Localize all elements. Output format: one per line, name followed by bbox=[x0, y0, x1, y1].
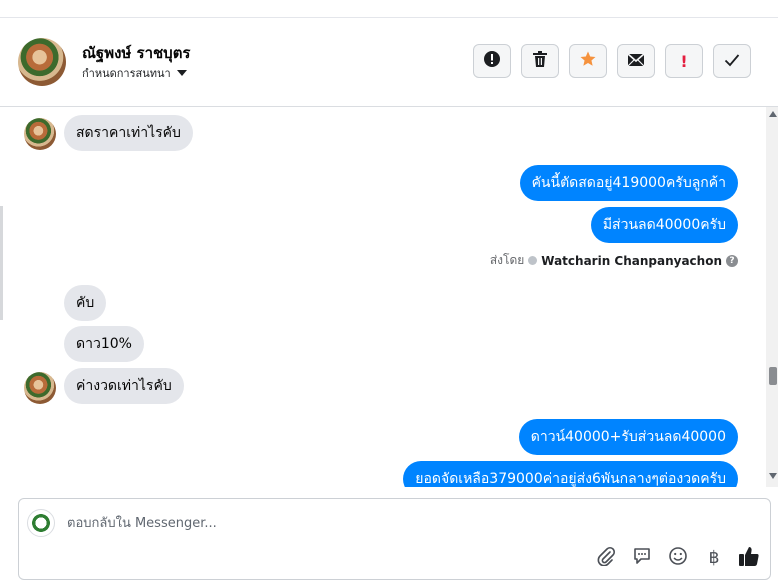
attach-button[interactable] bbox=[595, 546, 617, 570]
follow-up-button[interactable]: ! bbox=[665, 44, 703, 78]
contact-avatar-small[interactable] bbox=[24, 372, 56, 404]
reply-input[interactable] bbox=[65, 511, 729, 535]
chevron-down-icon bbox=[176, 70, 187, 76]
scroll-down-arrow-icon[interactable] bbox=[769, 473, 777, 479]
baht-icon: ฿ bbox=[708, 548, 720, 568]
emoji-button[interactable] bbox=[667, 547, 689, 569]
outgoing-message[interactable]: ดาวน์40000+รับส่วนลด40000 bbox=[518, 419, 738, 455]
contact-name[interactable]: ณัฐพงษ์ ราชบุตร bbox=[82, 41, 191, 65]
outgoing-message[interactable]: ยอดจัดเหลือ379000ค่าอยู่ส่ง6พันกลางๆต่อง… bbox=[403, 461, 738, 487]
contact-avatar-small[interactable] bbox=[24, 118, 56, 150]
page-avatar bbox=[27, 509, 55, 537]
scroll-up-arrow-icon[interactable] bbox=[769, 111, 777, 117]
smiley-icon bbox=[668, 546, 688, 570]
checkmark-icon bbox=[724, 52, 740, 71]
paperclip-icon bbox=[596, 546, 616, 570]
mark-unread-button[interactable] bbox=[617, 44, 655, 78]
help-icon[interactable]: ? bbox=[726, 254, 738, 267]
incoming-message[interactable]: คับ bbox=[64, 285, 107, 321]
mark-done-button[interactable] bbox=[713, 44, 751, 78]
outgoing-message[interactable]: มีส่วนลด40000ครับ bbox=[590, 207, 738, 243]
scrollbar-thumb[interactable] bbox=[769, 367, 777, 385]
sent-by-prefix: ส่งโดย bbox=[489, 253, 525, 267]
alert-circle-icon bbox=[483, 50, 501, 72]
sender-name[interactable]: Watcharin Chanpanyachon bbox=[541, 254, 722, 268]
incoming-message[interactable]: ค่างวดเท่าไรคับ bbox=[64, 368, 184, 404]
thread-scrollbar[interactable] bbox=[766, 107, 778, 487]
outgoing-message[interactable]: คันนี้ตัดสดอยู่419000ครับลูกค้า bbox=[519, 165, 738, 201]
message-thread[interactable]: สดราคาเท่าไรคับ คันนี้ตัดสดอยู่419000ครั… bbox=[0, 107, 766, 487]
incoming-message[interactable]: สดราคาเท่าไรคับ bbox=[64, 115, 193, 151]
sent-by-line: ส่งโดย Watcharin Chanpanyachon ? bbox=[490, 251, 738, 270]
conversation-settings-label: กำหนดการสนทนา bbox=[82, 67, 171, 80]
conversation-settings-dropdown[interactable]: กำหนดการสนทนา bbox=[82, 64, 187, 82]
page-indicator-icon bbox=[528, 256, 538, 265]
star-icon bbox=[579, 50, 597, 72]
mail-icon bbox=[627, 52, 645, 71]
reply-composer: ฿ bbox=[18, 498, 771, 580]
thumbs-up-icon bbox=[738, 545, 760, 571]
saved-replies-button[interactable] bbox=[631, 547, 653, 569]
conversation-header: ณัฐพงษ์ ราชบุตร กำหนดการสนทนา ! bbox=[0, 18, 778, 107]
chat-bubble-icon bbox=[632, 546, 652, 570]
star-button[interactable] bbox=[569, 44, 607, 78]
exclamation-icon: ! bbox=[680, 51, 688, 71]
contact-avatar[interactable] bbox=[18, 38, 66, 86]
like-button[interactable] bbox=[738, 547, 760, 569]
delete-button[interactable] bbox=[521, 44, 559, 78]
mark-spam-button[interactable] bbox=[473, 44, 511, 78]
trash-icon bbox=[532, 50, 548, 72]
incoming-message[interactable]: ดาว10% bbox=[64, 326, 144, 362]
payment-button[interactable]: ฿ bbox=[703, 547, 725, 569]
